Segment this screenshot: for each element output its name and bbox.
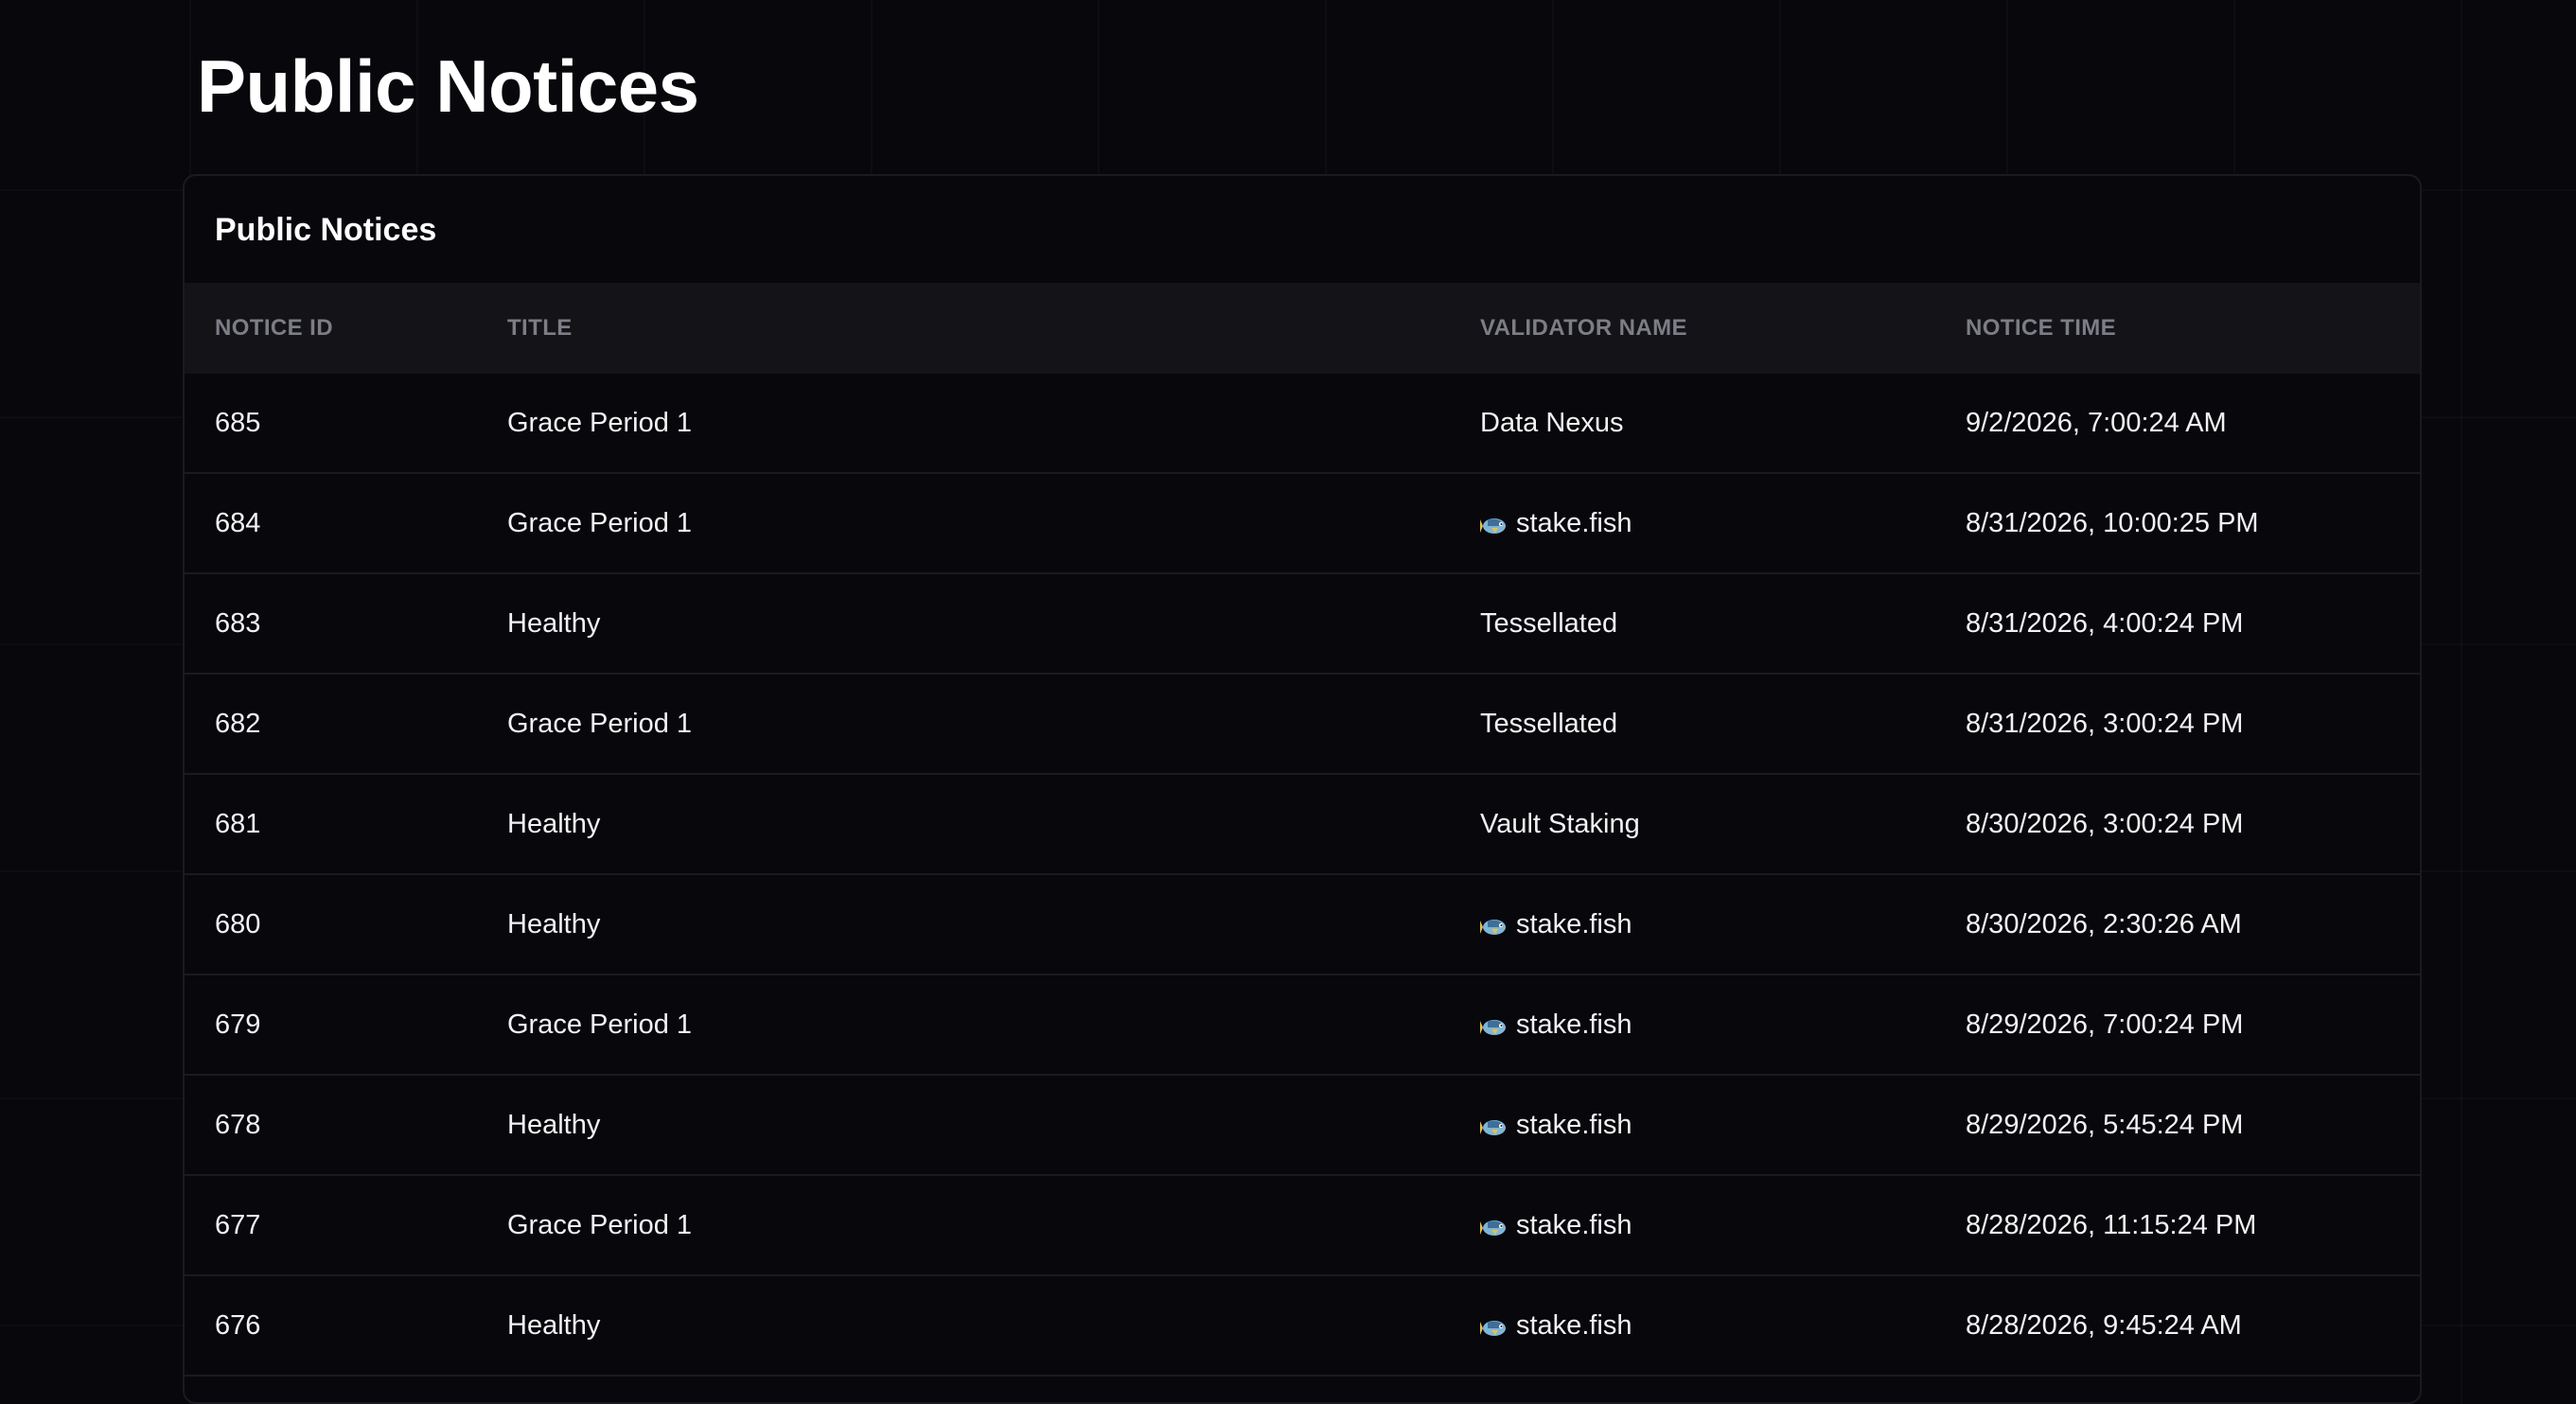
validator-name-text: stake.fish [1516,507,1632,538]
table-row[interactable]: 685 Grace Period 1 Data Nexus 9/2/2026, … [185,374,2420,474]
validator-name-cell: Vault Staking [1480,809,1640,840]
notice-id-cell: 684 [215,507,261,538]
notice-title-cell: Healthy [507,1309,601,1341]
table-row[interactable]: 681 Healthy Vault Staking 8/30/2026, 3:0… [185,775,2420,875]
notice-id-cell: 679 [215,1009,261,1040]
notice-title-cell: Healthy [507,607,601,639]
notice-time-cell: 8/30/2026, 3:00:24 PM [1966,808,2244,839]
notice-id-cell: 685 [215,407,261,438]
table-header: NOTICE ID TITLE VALIDATOR NAME NOTICE TI… [185,283,2420,374]
validator-name-cell: Tessellated [1480,709,1617,740]
table-row[interactable]: 684 Grace Period 1 stake.fish 8/31/2026,… [185,474,2420,574]
validator-name-cell: stake.fish [1480,508,1632,539]
fish-icon [1480,1215,1507,1236]
validator-name-text: Tessellated [1480,708,1618,739]
notices-card: Public Notices NOTICE ID TITLE VALIDATOR… [183,174,2422,1404]
fish-icon [1480,1014,1507,1035]
validator-name-cell: stake.fish [1480,1310,1632,1342]
notice-time-cell: 8/31/2026, 4:00:24 PM [1966,607,2244,639]
fish-icon [1480,1315,1507,1336]
notice-time-cell: 8/29/2026, 5:45:24 PM [1966,1109,2244,1140]
validator-name-text: stake.fish [1516,1109,1632,1140]
validator-name-text: Tessellated [1480,607,1618,639]
notice-time-cell: 8/30/2026, 2:30:26 AM [1966,908,2242,939]
table-row[interactable]: 676 Healthy stake.fish 8/28/2026, 9:45:2… [185,1276,2420,1377]
column-header-notice-id[interactable]: NOTICE ID [215,315,333,342]
notice-time-cell: 8/31/2026, 10:00:25 PM [1966,507,2259,538]
notice-id-cell: 682 [215,708,261,739]
validator-name-cell: Data Nexus [1480,408,1624,439]
validator-name-text: stake.fish [1516,908,1632,939]
notice-title-cell: Grace Period 1 [507,507,693,538]
fish-icon [1480,513,1507,534]
validator-name-text: stake.fish [1516,1309,1632,1341]
notice-time-cell: 8/28/2026, 9:45:24 AM [1966,1309,2242,1341]
table-row[interactable]: 680 Healthy stake.fish 8/30/2026, 2:30:2… [185,875,2420,975]
notice-time-cell: 9/2/2026, 7:00:24 AM [1966,407,2227,438]
column-header-notice-time[interactable]: NOTICE TIME [1966,315,2116,342]
validator-name-cell: stake.fish [1480,1210,1632,1241]
column-header-title[interactable]: TITLE [507,315,573,342]
table-row[interactable]: 682 Grace Period 1 Tessellated 8/31/2026… [185,675,2420,775]
validator-name-cell: stake.fish [1480,1110,1632,1141]
notice-title-cell: Grace Period 1 [507,708,693,739]
validator-name-cell: stake.fish [1480,1009,1632,1041]
table-row[interactable]: 678 Healthy stake.fish 8/29/2026, 5:45:2… [185,1076,2420,1176]
validator-name-cell: Tessellated [1480,608,1617,640]
table-body: 685 Grace Period 1 Data Nexus 9/2/2026, … [185,374,2420,1377]
notice-id-cell: 680 [215,908,261,939]
card-title: Public Notices [215,212,437,248]
notice-id-cell: 683 [215,607,261,639]
notice-id-cell: 676 [215,1309,261,1341]
validator-name-text: Vault Staking [1480,808,1640,839]
table-row[interactable]: 677 Grace Period 1 stake.fish 8/28/2026,… [185,1176,2420,1276]
notice-title-cell: Grace Period 1 [507,407,693,438]
notice-id-cell: 677 [215,1209,261,1240]
notices-table: NOTICE ID TITLE VALIDATOR NAME NOTICE TI… [185,283,2420,1377]
notice-time-cell: 8/29/2026, 7:00:24 PM [1966,1009,2244,1040]
notice-id-cell: 681 [215,808,261,839]
validator-name-text: stake.fish [1516,1209,1632,1240]
page-title: Public Notices [197,44,699,128]
notice-time-cell: 8/28/2026, 11:15:24 PM [1966,1209,2257,1240]
notice-title-cell: Grace Period 1 [507,1209,693,1240]
validator-name-text: Data Nexus [1480,407,1624,438]
validator-name-cell: stake.fish [1480,909,1632,940]
notice-title-cell: Grace Period 1 [507,1009,693,1040]
fish-icon [1480,1114,1507,1135]
column-header-validator-name[interactable]: VALIDATOR NAME [1480,315,1687,342]
notice-title-cell: Healthy [507,808,601,839]
notice-time-cell: 8/31/2026, 3:00:24 PM [1966,708,2244,739]
notice-title-cell: Healthy [507,1109,601,1140]
notice-title-cell: Healthy [507,908,601,939]
validator-name-text: stake.fish [1516,1009,1632,1040]
fish-icon [1480,914,1507,935]
table-row[interactable]: 679 Grace Period 1 stake.fish 8/29/2026,… [185,975,2420,1076]
table-row[interactable]: 683 Healthy Tessellated 8/31/2026, 4:00:… [185,574,2420,675]
notice-id-cell: 678 [215,1109,261,1140]
